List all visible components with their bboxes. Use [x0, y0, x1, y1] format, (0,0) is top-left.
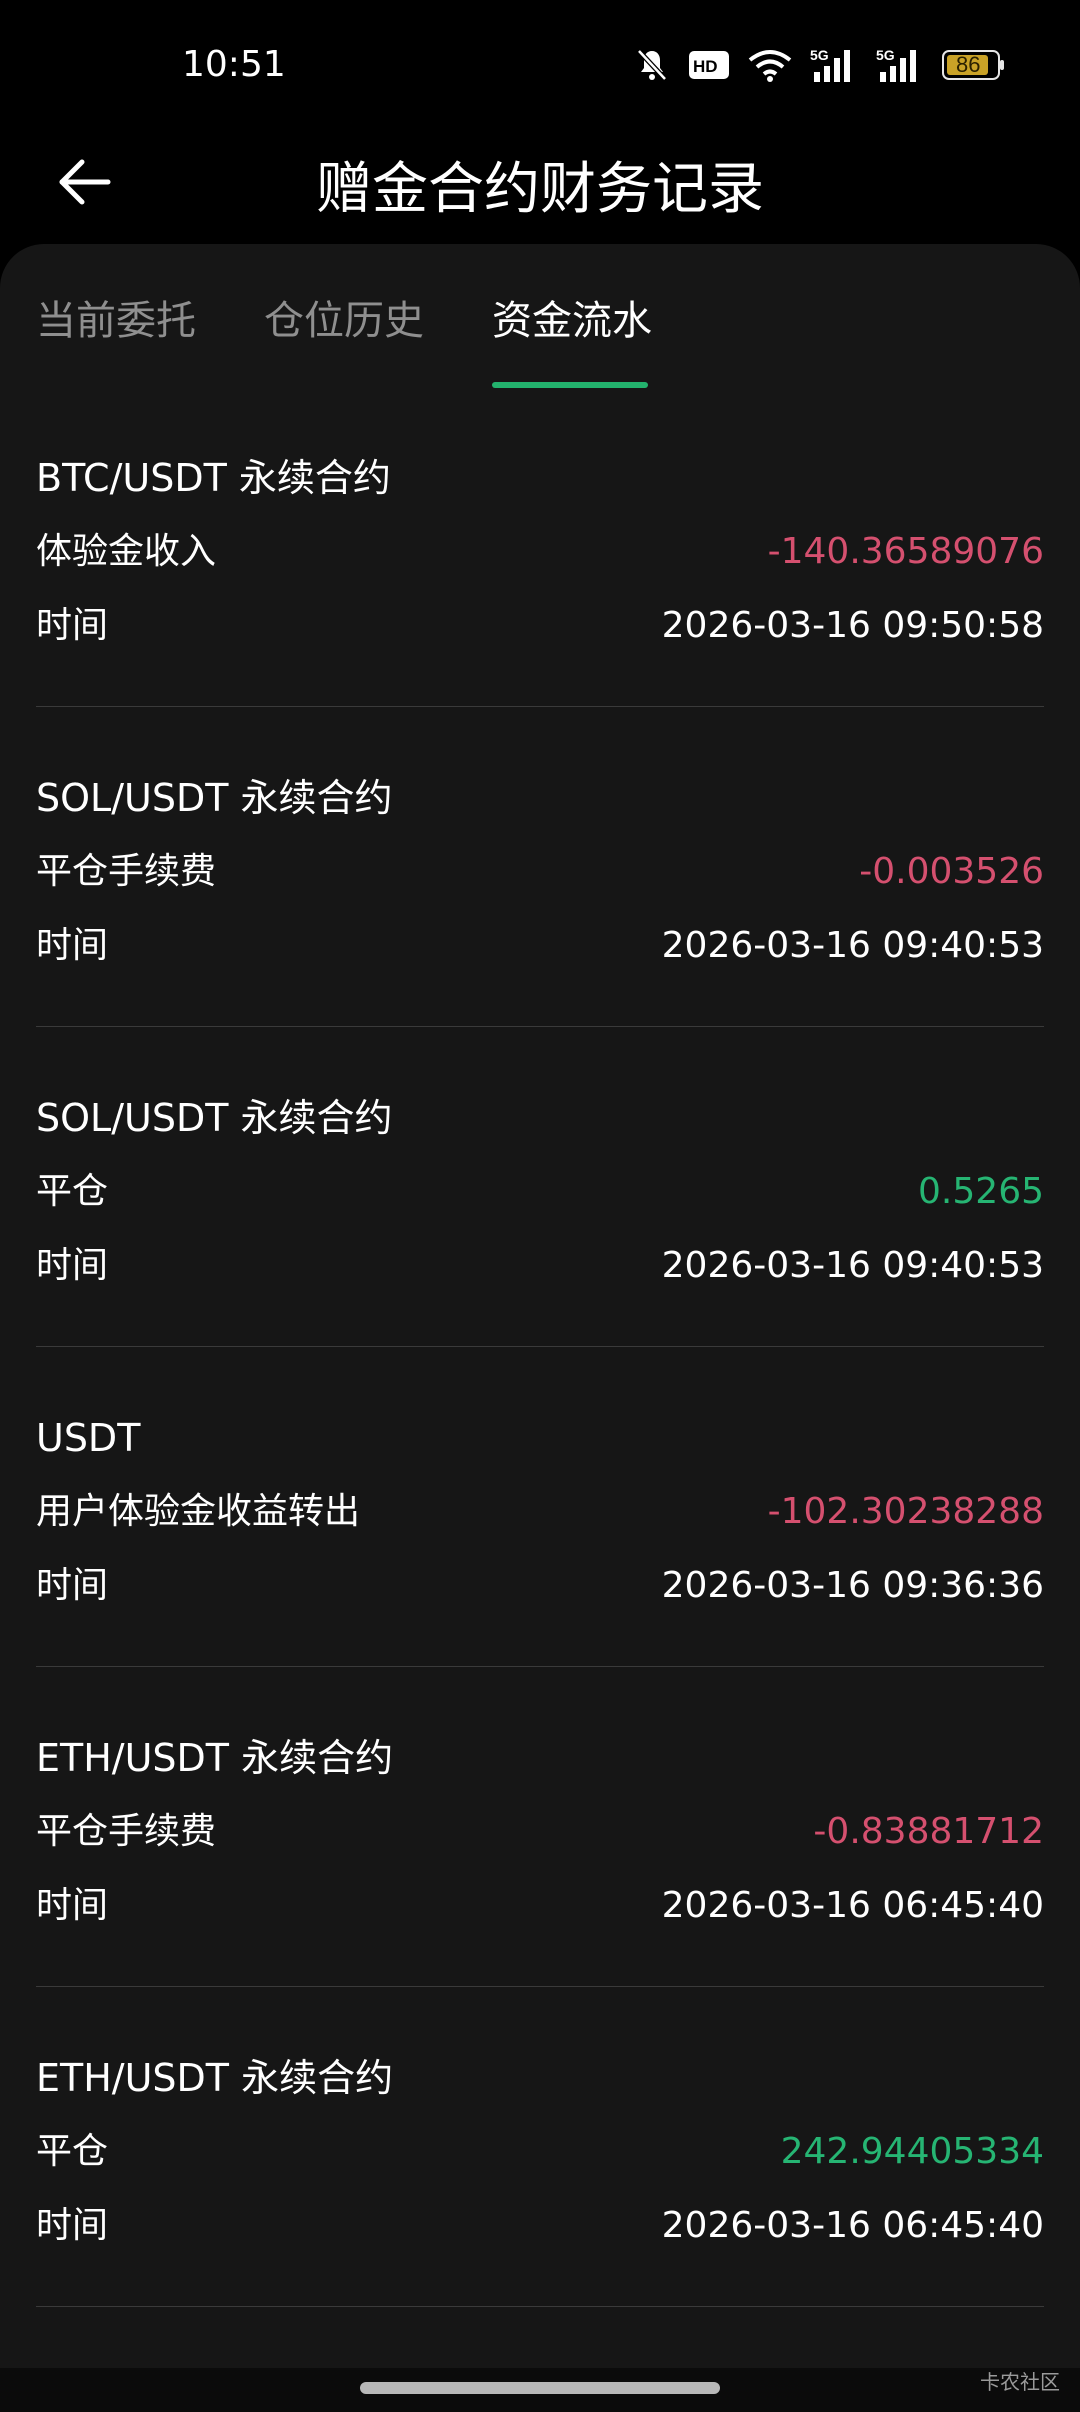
app-header: 赠金合约财务记录 [0, 130, 1080, 246]
svg-text:HD: HD [693, 57, 718, 76]
record-time: 2026-03-16 09:40:53 [661, 925, 1044, 966]
list-item[interactable]: USDT 用户体验金收益转出 -102.30238288 时间 2026-03-… [36, 1410, 1044, 1730]
record-amount: -140.36589076 [767, 531, 1044, 572]
record-time-label: 时间 [36, 1885, 109, 1926]
battery-icon: 86 [942, 49, 1006, 81]
record-amount: 0.5265 [918, 1171, 1044, 1212]
record-amount: 242.94405334 [780, 2131, 1044, 2172]
record-time: 2026-03-16 06:45:40 [661, 1885, 1044, 1926]
record-pair: USDT [36, 1416, 141, 1460]
content-panel: 当前委托 仓位历史 资金流水 BTC/USDT 永续合约 体验金收入 -140.… [0, 244, 1080, 2368]
record-time: 2026-03-16 09:36:36 [661, 1565, 1044, 1606]
status-bar: 10:51 HD 5G 5G 86 [0, 0, 1080, 130]
record-pair: BTC/USDT 永续合约 [36, 456, 391, 500]
record-type: 平仓 [36, 1171, 109, 1212]
battery-level: 86 [956, 52, 980, 77]
record-type: 平仓手续费 [36, 1811, 217, 1852]
list-item[interactable]: BTC/USDT 永续合约 体验金收入 -140.36589076 时间 202… [36, 450, 1044, 770]
network-label: 5G [876, 47, 895, 63]
record-time-label: 时间 [36, 2205, 109, 2246]
record-type: 用户体验金收益转出 [36, 1491, 361, 1532]
record-type: 体验金收入 [36, 531, 217, 572]
divider [36, 2306, 1044, 2307]
record-time: 2026-03-16 09:40:53 [661, 1245, 1044, 1286]
tab-fund-flow[interactable]: 资金流水 [492, 288, 652, 346]
record-amount: -0.83881712 [813, 1811, 1044, 1852]
record-pair: ETH/USDT 永续合约 [36, 2056, 394, 2100]
records-list: BTC/USDT 永续合约 体验金收入 -140.36589076 时间 202… [36, 450, 1044, 2370]
tab-bar: 当前委托 仓位历史 资金流水 [0, 244, 1080, 392]
tab-current-orders[interactable]: 当前委托 [36, 288, 196, 346]
record-time-label: 时间 [36, 1565, 109, 1606]
divider [36, 1346, 1044, 1347]
record-pair: SOL/USDT 永续合约 [36, 1096, 393, 1140]
page-title: 赠金合约财务记录 [316, 157, 764, 222]
record-time: 2026-03-16 06:45:40 [661, 2205, 1044, 2246]
list-item[interactable]: ETH/USDT 永续合约 平仓 242.94405334 时间 2026-03… [36, 2050, 1044, 2370]
record-time-label: 时间 [36, 605, 109, 646]
signal-icon: 5G [810, 46, 858, 84]
status-time: 10:51 [182, 44, 286, 85]
divider [36, 1986, 1044, 1987]
signal-icon: 5G [876, 46, 924, 84]
status-icons: HD 5G 5G 86 [634, 44, 1006, 86]
record-pair: ETH/USDT 永续合约 [36, 1736, 394, 1780]
record-time: 2026-03-16 09:50:58 [661, 605, 1044, 646]
network-label: 5G [810, 47, 829, 63]
divider [36, 1026, 1044, 1027]
watermark: 卡农社区 [980, 2370, 1060, 2394]
list-item[interactable]: ETH/USDT 永续合约 平仓手续费 -0.83881712 时间 2026-… [36, 1730, 1044, 2050]
record-time-label: 时间 [36, 1245, 109, 1286]
divider [36, 1666, 1044, 1667]
record-type: 平仓手续费 [36, 851, 217, 892]
record-pair: SOL/USDT 永续合约 [36, 776, 393, 820]
gesture-nav-area [0, 2368, 1080, 2412]
divider [36, 706, 1044, 707]
record-time-label: 时间 [36, 925, 109, 966]
tab-position-history[interactable]: 仓位历史 [264, 288, 424, 346]
record-amount: -102.30238288 [767, 1491, 1044, 1532]
active-tab-indicator [492, 382, 648, 388]
record-type: 平仓 [36, 2131, 109, 2172]
record-amount: -0.003526 [859, 851, 1044, 892]
hd-voice-icon: HD [688, 50, 730, 80]
home-indicator[interactable] [360, 2382, 720, 2394]
wifi-icon [748, 48, 792, 82]
list-item[interactable]: SOL/USDT 永续合约 平仓手续费 -0.003526 时间 2026-03… [36, 770, 1044, 1090]
mute-icon [634, 47, 670, 83]
list-item[interactable]: SOL/USDT 永续合约 平仓 0.5265 时间 2026-03-16 09… [36, 1090, 1044, 1410]
